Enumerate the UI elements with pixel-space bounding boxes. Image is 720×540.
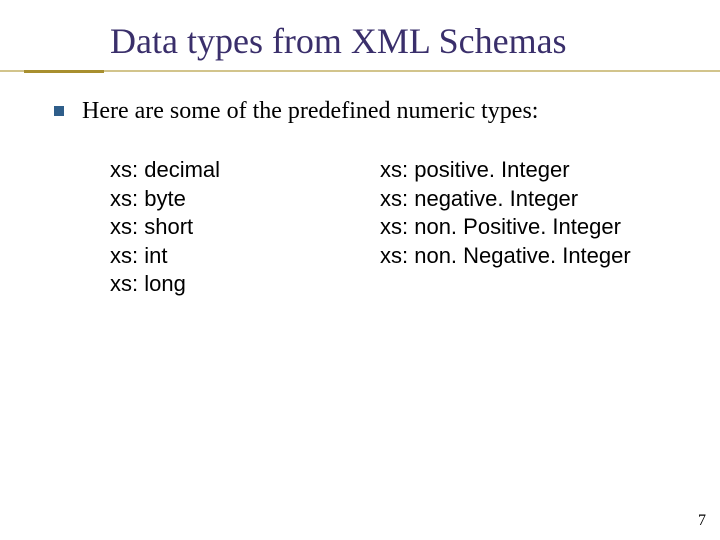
lead-text: Here are some of the predefined numeric …	[82, 98, 538, 125]
bullet-item: Here are some of the predefined numeric …	[54, 98, 538, 125]
list-item: xs: decimal	[110, 156, 220, 185]
list-item: xs: byte	[110, 185, 220, 214]
slide-title: Data types from XML Schemas	[110, 20, 567, 62]
list-item: xs: int	[110, 242, 220, 271]
list-item: xs: non. Negative. Integer	[380, 242, 631, 271]
list-item: xs: short	[110, 213, 220, 242]
page-number: 7	[698, 512, 706, 530]
slide: Data types from XML Schemas Here are som…	[0, 0, 720, 540]
bullet-square-icon	[54, 106, 64, 116]
right-column: xs: positive. Integer xs: negative. Inte…	[380, 156, 631, 270]
title-underline	[0, 70, 720, 76]
list-item: xs: negative. Integer	[380, 185, 631, 214]
list-item: xs: non. Positive. Integer	[380, 213, 631, 242]
list-item: xs: positive. Integer	[380, 156, 631, 185]
left-column: xs: decimal xs: byte xs: short xs: int x…	[110, 156, 220, 299]
list-item: xs: long	[110, 270, 220, 299]
